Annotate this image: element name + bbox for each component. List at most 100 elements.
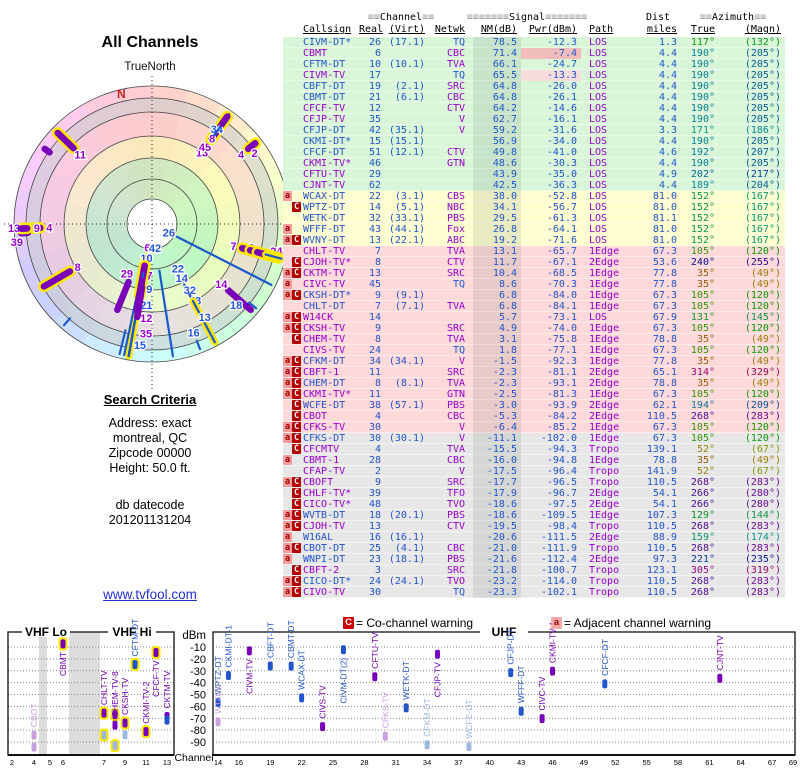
adjacent-channel-warning-icon: a [551,617,562,629]
x-axis-label: Channel [174,752,213,764]
co-channel-warning-icon: C [292,422,301,432]
cell-azimuth-true: 268° [690,520,715,532]
cell-azimuth-magn: (209°) [744,399,781,411]
warning-flags: aC [283,268,301,278]
cell-real-channel: 9 [374,322,381,334]
table-row: aCCBFT-2 3 SRC -21.8 -100.7 Tropo 123.1 305° (31… [283,564,785,576]
search-criteria-title: Search Criteria [103,392,197,407]
cell-virtual-channel: (12.1) [388,146,425,158]
warning-flags: aC [283,81,301,91]
y-tick-label: -60 [190,701,206,713]
chart-marker-label: WFFF-DT [516,665,526,703]
cell-network: TQ [452,36,465,48]
cell-callsign: CICO-TV* [303,498,352,510]
x-tick-label: 31 [392,758,400,767]
cell-path: Tropo [589,542,620,554]
warning-flags: aC [283,224,301,234]
cell-callsign: WVNY-DT [303,234,346,246]
x-tick-label: 43 [517,758,525,767]
cell-virtual-channel: (10.1) [388,58,425,70]
cell-callsign: CJNT-TV [303,179,346,191]
cell-pwr-dbm: -84.0 [546,289,577,301]
cell-nm-db: -5.3 [473,410,521,422]
cell-callsign: CKSH-DT* [303,289,352,301]
cell-azimuth-true: 35° [696,333,715,345]
chart-marker [164,715,170,725]
cell-miles: 67.3 [652,300,677,312]
cell-miles: 81.0 [652,201,677,213]
co-channel-warning-icon: C [292,587,301,597]
column-header: Netwk [434,24,465,35]
table-row: a C CBOFT 9 SRC -17.7 -96.5 Tropo 110.5 268° (283°… [283,476,785,488]
cell-virtual-channel: (6.1) [394,91,425,103]
cell-azimuth-magn: (280°) [744,498,781,510]
cell-pwr-dbm: -114.0 [540,575,577,587]
cell-azimuth-true: 190° [690,135,715,147]
chart-marker: CFKS-TV [380,692,390,741]
cell-nm-db: -21.0 [473,542,521,554]
table-row: aCCJNT-TV 62 42.5 -36.3 LOS 4.4 189° (204°) [283,179,785,191]
radar-channel-label: 18 [230,300,242,312]
table-row: aCCHLT-TV 7 TVA 13.1 -65.7 1Edge 67.3 105° (120°… [283,245,785,257]
cell-pwr-dbm: -96.4 [546,465,577,477]
cell-pwr-dbm: -98.4 [546,520,577,532]
warning-flags: aC [283,158,301,168]
cell-pwr-dbm: -30.3 [546,157,577,169]
cell-callsign: W14CK [303,311,334,323]
adjacent-channel-warning-icon: a [283,389,292,399]
tvfool-link[interactable]: www.tvfool.com [103,587,197,602]
cell-azimuth-magn: (49°) [750,333,781,345]
cell-real-channel: 18 [368,509,381,521]
chart-marker-label: CKMI-DT-1 [223,625,233,668]
cell-pwr-dbm: -64.1 [546,223,577,235]
column-header: (Virt) [388,24,425,35]
cell-path: Tropo [589,586,620,598]
x-tick-label: 16 [235,758,243,767]
column-header: True [690,24,715,35]
cell-pwr-dbm: -97.5 [546,498,577,510]
cell-path: 2Edge [589,531,620,543]
cell-real-channel: 15 [368,135,381,147]
search-height-line: Height: 50.0 ft. [109,461,191,475]
cell-real-channel: 39 [368,487,381,499]
cell-callsign: CFCF-TV [303,102,346,114]
cell-network: TQ [452,344,465,356]
cell-nm-db: 49.8 [473,146,521,158]
cell-pwr-dbm: -71.6 [546,234,577,246]
cell-network: SRC [446,267,465,279]
cell-azimuth-magn: (205°) [744,91,781,103]
cell-path: 1Edge [589,355,620,367]
cell-azimuth-true: 105° [690,388,715,400]
cell-path: Tropo [589,476,620,488]
cell-nm-db: -18.6 [473,509,521,521]
cell-pwr-dbm: -26.1 [546,91,577,103]
x-tick-label: 6 [61,758,65,767]
cell-callsign: CFCF-DT [303,146,346,158]
table-row: a C CFKM-DT 34 (34.1) V -1.5 -92.3 1Edge 77.8 35° (… [283,355,785,367]
cell-nm-db: -17.9 [473,487,521,499]
cell-real-channel: 4 [374,443,381,455]
cell-callsign: CFTM-DT [303,58,346,70]
cell-network: CTV [446,256,465,268]
cell-pwr-dbm: -84.2 [546,410,577,422]
cell-azimuth-magn: (120°) [744,245,781,257]
cell-real-channel: 2 [374,465,381,477]
warning-flags: aC [283,103,301,113]
adjacent-channel-legend-text: = Adjacent channel warning [564,616,712,630]
warning-flags: aC [283,488,301,498]
cell-real-channel: 24 [368,575,381,587]
column-header: Real [359,24,384,35]
warning-flags: aC [283,114,301,124]
cell-miles: 78.8 [652,454,677,466]
warning-flags: aC [283,422,301,432]
cell-miles: 81.0 [652,190,677,202]
cell-network: TVA [446,245,465,257]
cell-real-channel: 16 [368,531,381,543]
cell-pwr-dbm: -52.8 [546,190,577,202]
cell-nm-db: -15.5 [473,443,521,455]
cell-virtual-channel: (4.1) [394,542,425,554]
warning-flags: aC [283,587,301,597]
cell-azimuth-true: 105° [690,245,715,257]
cell-callsign: CKTM-TV [303,267,346,279]
cell-miles: 4.4 [658,58,677,70]
